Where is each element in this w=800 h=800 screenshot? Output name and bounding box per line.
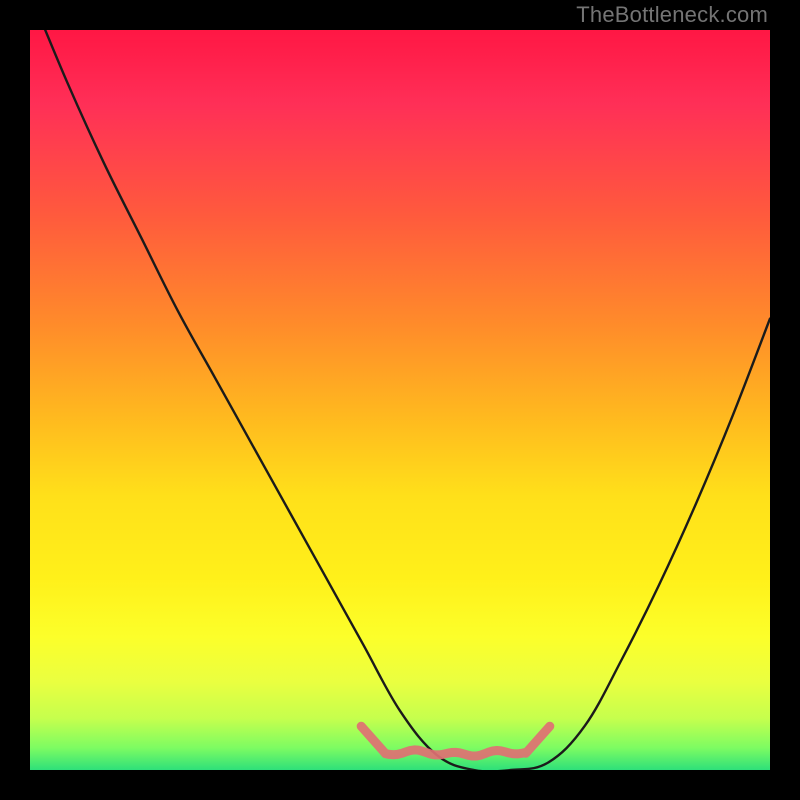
floor-marker bbox=[361, 726, 550, 756]
floor-marker-stroke bbox=[361, 726, 550, 756]
plot-area bbox=[30, 30, 770, 770]
watermark-text: TheBottleneck.com bbox=[576, 2, 768, 28]
curve-overlay bbox=[30, 30, 770, 770]
bottleneck-curve bbox=[30, 30, 770, 770]
chart-stage: TheBottleneck.com bbox=[0, 0, 800, 800]
